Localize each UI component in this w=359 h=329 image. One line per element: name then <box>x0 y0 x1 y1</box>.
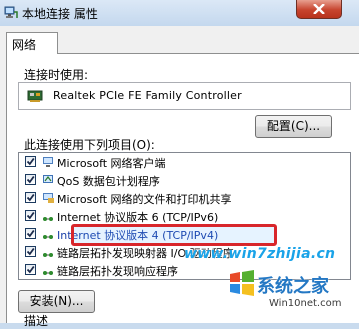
list-item[interactable]: Microsoft 网络客户端 <box>19 153 350 171</box>
checkmark-icon <box>26 193 35 202</box>
windows-logo-icon <box>230 270 254 296</box>
checkmark-icon <box>26 229 35 238</box>
item-label: QoS 数据包计划程序 <box>57 175 160 188</box>
close-icon <box>313 4 325 14</box>
item-checkbox[interactable] <box>25 192 36 203</box>
tab-network-label: 网络 <box>12 38 37 52</box>
checkmark-icon <box>26 265 35 274</box>
selection-highlight-box <box>71 224 277 246</box>
item-label: Microsoft 网络客户端 <box>57 157 166 170</box>
item-label: 链路层拓扑发现响应程序 <box>57 265 178 278</box>
protocol-icon <box>43 253 53 257</box>
tab-network[interactable]: 网络 <box>6 32 58 54</box>
configure-button[interactable]: 配置(C)... <box>255 115 332 138</box>
item-checkbox[interactable] <box>25 246 36 257</box>
configure-button-label: 配置(C)... <box>266 119 321 133</box>
title-bar[interactable]: 本地连接 属性 <box>0 0 359 26</box>
item-checkbox[interactable] <box>25 264 36 275</box>
item-label: Internet 协议版本 6 (TCP/IPv6) <box>57 211 219 224</box>
list-item[interactable]: Internet 协议版本 6 (TCP/IPv6) <box>19 207 350 225</box>
watermark-sub: Win10net.com <box>269 298 342 309</box>
description-label: 描述 <box>24 314 49 328</box>
connect-using-label: 连接时使用: <box>24 68 89 82</box>
list-item[interactable]: QoS 数据包计划程序 <box>19 171 350 189</box>
item-checkbox[interactable] <box>25 156 36 167</box>
file-sharing-icon <box>43 193 54 203</box>
item-checkbox[interactable] <box>25 210 36 221</box>
protocol-icon <box>43 271 53 275</box>
items-section-label: 此连接使用下列项目(O): <box>24 138 155 152</box>
watermark-url: www.win7zhijia.cn <box>184 246 336 262</box>
protocol-icon <box>43 217 53 221</box>
checkmark-icon <box>26 211 35 220</box>
item-label: Microsoft 网络的文件和打印机共享 <box>57 193 232 206</box>
close-button[interactable] <box>296 0 342 19</box>
window-title: 本地连接 属性 <box>22 7 98 21</box>
protocol-icon <box>43 235 53 239</box>
install-button[interactable]: 安装(N)... <box>18 290 95 313</box>
adapter-field: Realtek PCIe FE Family Controller <box>18 82 351 110</box>
adapter-name: Realtek PCIe FE Family Controller <box>53 89 242 102</box>
install-button-label: 安装(N)... <box>29 294 84 308</box>
network-adapter-icon <box>27 90 43 102</box>
item-checkbox[interactable] <box>25 174 36 185</box>
watermark-brand: 系统之家 <box>257 276 329 297</box>
checkmark-icon <box>26 157 35 166</box>
checkmark-icon <box>26 247 35 256</box>
checkmark-icon <box>26 175 35 184</box>
network-connection-icon <box>4 6 18 18</box>
item-checkbox[interactable] <box>25 228 36 239</box>
list-item[interactable]: Microsoft 网络的文件和打印机共享 <box>19 189 350 207</box>
network-client-icon <box>43 157 53 167</box>
qos-scheduler-icon <box>43 175 53 183</box>
